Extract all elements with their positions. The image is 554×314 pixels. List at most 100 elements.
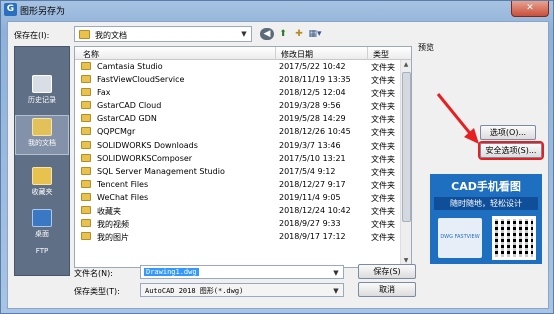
file-type-dropdown[interactable]: AutoCAD 2018 图形(*.dwg) ▼ [140,283,344,297]
place-label: 历史记录 [28,96,56,104]
ad-banner[interactable]: CAD手机看图 随时随地，轻松设计 DWG FASTVIEW [430,174,542,264]
save-in-dropdown[interactable]: 我的文档 ▼ [74,26,252,42]
item-date: 2019/5/28 14:29 [279,114,346,124]
scroll-thumb[interactable] [402,72,411,222]
item-name: FastViewCloudService [97,75,185,85]
item-name: GstarCAD GDN [97,114,157,124]
ad-subtitle: 随时随地，轻松设计 [434,197,538,210]
folder-icon [81,140,91,149]
list-item[interactable]: FastViewCloudService 2018/11/19 13:35 文件夹 [75,73,401,86]
file-list[interactable]: 名称 修改日期 类型 Camtasia Studio 2017/5/22 10:4… [74,46,412,268]
dialog-title: 图形另存为 [20,7,66,17]
list-item[interactable]: SQL Server Management Studio 2017/5/4 9:1… [75,165,401,178]
file-type-value: AutoCAD 2018 图形(*.dwg) [145,287,244,295]
favorites-folder-icon [32,167,52,185]
list-item[interactable]: 我的图片 2018/9/17 17:12 文件夹 [75,230,401,243]
item-name: SQL Server Management Studio [97,166,225,176]
qr-code-icon [492,216,536,260]
chevron-down-icon[interactable]: ▼ [330,285,342,297]
column-type-header[interactable]: 类型 [373,49,389,60]
item-type: 文件夹 [371,89,395,99]
item-type: 文件夹 [371,220,395,230]
place-favorites[interactable]: 收藏夹 [15,165,69,205]
item-name: GstarCAD Cloud [97,101,162,111]
item-date: 2019/11/4 9:05 [279,192,341,202]
item-name: Fax [97,88,111,98]
list-item[interactable]: GstarCAD Cloud 2019/3/28 9:56 文件夹 [75,99,401,112]
list-item[interactable]: 收藏夹 2018/12/24 10:42 文件夹 [75,204,401,217]
save-in-value: 我的文档 [95,31,127,40]
item-date: 2018/9/17 17:12 [279,232,346,242]
view-menu-button[interactable]: ▦▾ [308,28,322,40]
item-name: 收藏夹 [97,207,121,217]
place-my-documents[interactable]: 我的文档 [15,115,69,155]
item-date: 2019/3/7 13:46 [279,140,341,150]
file-rows: Camtasia Studio 2017/5/22 10:42 文件夹 FastVie… [75,60,401,243]
cancel-button[interactable]: 取消 [358,282,416,297]
item-type: 文件夹 [371,115,395,125]
new-folder-button[interactable]: ✚ [292,28,306,40]
item-name: 我的视频 [97,220,129,230]
list-item[interactable]: WeChat Files 2019/11/4 9:05 文件夹 [75,191,401,204]
place-label: 桌面 [35,230,49,238]
list-item[interactable]: Fax 2018/12/5 12:04 文件夹 [75,86,401,99]
security-options-button[interactable]: 安全选项(S)... [478,141,544,160]
file-name-input[interactable]: Drawing1.dwg ▼ [140,265,344,279]
save-as-dialog: G 图形另存为 ✕ 保存在(I): 我的文档 ▼ ◀ ⬆ ✚ ▦▾ 历史记录 我… [0,0,554,314]
chevron-down-icon[interactable]: ▼ [238,28,250,40]
up-folder-button[interactable]: ⬆ [276,28,290,40]
folder-icon [81,62,91,70]
list-item[interactable]: Camtasia Studio 2017/5/22 10:42 文件夹 [75,60,401,73]
back-button[interactable]: ◀ [260,28,274,40]
item-name: SOLIDWORKSComposer [97,153,193,163]
item-date: 2017/5/4 9:12 [279,166,336,176]
item-date: 2018/12/24 10:42 [279,206,351,216]
item-date: 2017/5/10 13:21 [279,153,346,163]
item-name: SOLIDWORKS Downloads [97,140,198,150]
scroll-up-icon[interactable]: ▲ [401,61,411,71]
item-type: 文件夹 [371,207,395,217]
item-type: 文件夹 [371,233,395,243]
folder-icon [79,30,90,39]
folder-icon [81,192,91,201]
places-bar: 历史记录 我的文档 收藏夹 桌面 FTP [14,46,70,276]
list-item[interactable]: SOLIDWORKSComposer 2017/5/10 13:21 文件夹 [75,152,401,165]
place-history[interactable]: 历史记录 [15,73,69,113]
folder-icon [81,114,91,123]
item-date: 2018/12/27 9:17 [279,179,346,189]
place-desktop[interactable]: 桌面 [15,207,69,247]
file-name-value: Drawing1.dwg [144,268,199,276]
column-separator[interactable] [275,47,276,60]
dialog-body: 保存在(I): 我的文档 ▼ ◀ ⬆ ✚ ▦▾ 历史记录 我的文档 收藏夹 桌面… [7,21,549,309]
column-date-header[interactable]: 修改日期 [281,49,313,60]
title-bar[interactable]: G 图形另存为 ✕ [1,1,553,21]
folder-icon [81,75,91,84]
item-date: 2018/12/26 10:45 [279,127,351,137]
history-icon [32,75,52,93]
item-date: 2018/12/5 12:04 [279,88,346,98]
list-item[interactable]: 我的视频 2018/9/27 9:33 文件夹 [75,217,401,230]
place-label: 我的文档 [28,139,56,147]
item-type: 文件夹 [371,193,395,203]
item-name: WeChat Files [97,192,149,202]
save-button[interactable]: 保存(S) [358,264,416,279]
list-item[interactable]: QQPCMgr 2018/12/26 10:45 文件夹 [75,125,401,138]
list-item[interactable]: Tencent Files 2018/12/27 9:17 文件夹 [75,178,401,191]
chevron-down-icon[interactable]: ▼ [330,267,342,279]
folder-icon [81,179,91,188]
place-label: 收藏夹 [31,188,53,196]
item-type: 文件夹 [371,141,395,151]
folder-icon [81,232,91,241]
list-item[interactable]: GstarCAD GDN 2019/5/28 14:29 文件夹 [75,112,401,125]
item-type: 文件夹 [371,167,395,177]
column-separator[interactable] [367,47,368,60]
place-label: FTP [35,247,49,255]
item-type: 文件夹 [371,76,395,86]
app-icon: G [4,3,17,16]
column-name-header[interactable]: 名称 [83,49,99,60]
close-button[interactable]: ✕ [511,1,549,17]
vertical-scrollbar[interactable]: ▲ ▼ [400,60,411,267]
place-ftp[interactable]: FTP [15,247,69,287]
list-item[interactable]: SOLIDWORKS Downloads 2019/3/7 13:46 文件夹 [75,139,401,152]
options-button[interactable]: 选项(O)... [480,125,536,140]
